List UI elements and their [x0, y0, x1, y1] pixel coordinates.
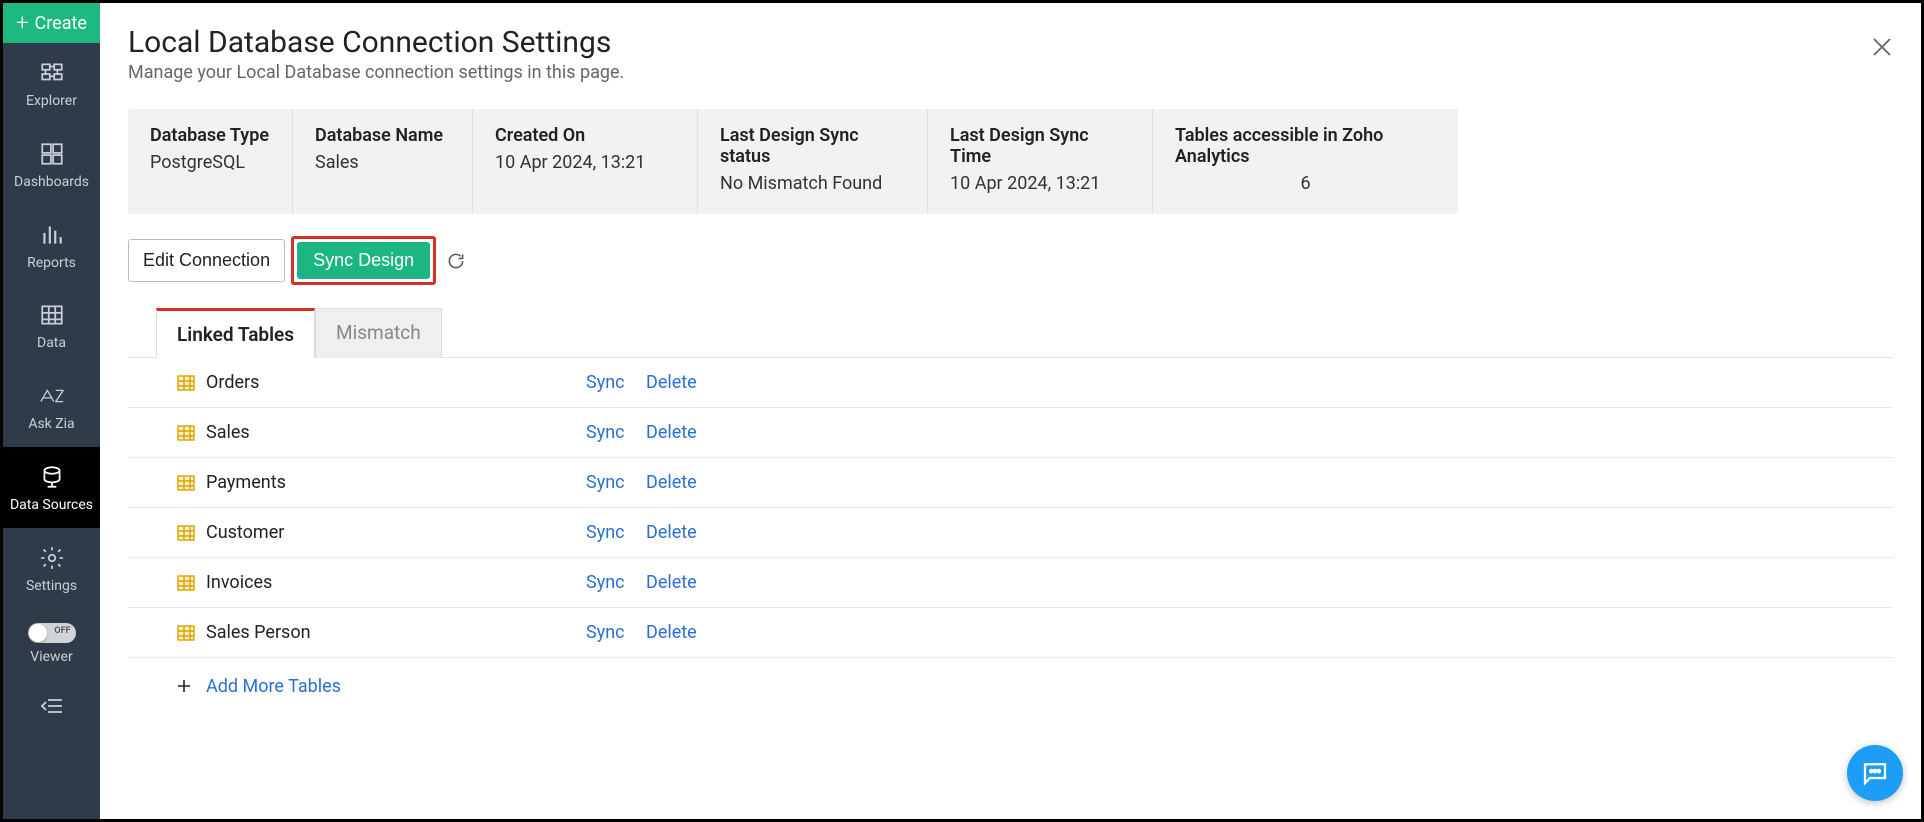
- main-content: Local Database Connection Settings Manag…: [100, 3, 1921, 819]
- sidebar-item-label: Dashboards: [14, 174, 89, 191]
- sidebar-item-label: Data Sources: [10, 497, 93, 514]
- table-name: Invoices: [206, 572, 586, 593]
- info-panel: Database Type PostgreSQL Database Name S…: [128, 109, 1458, 214]
- edit-connection-button[interactable]: Edit Connection: [128, 239, 285, 282]
- askzia-icon: [38, 382, 66, 410]
- sidebar-item-label: Settings: [26, 578, 77, 595]
- sync-link[interactable]: Sync: [586, 522, 646, 543]
- sidebar-item-data[interactable]: Data: [3, 285, 100, 366]
- table-name: Sales: [206, 422, 586, 443]
- table-icon: [176, 573, 196, 593]
- info-label: Last Design Sync Time: [950, 125, 1130, 167]
- table-row: PaymentsSyncDelete: [128, 458, 1893, 508]
- table-name: Sales Person: [206, 622, 586, 643]
- sync-link[interactable]: Sync: [586, 622, 646, 643]
- table-icon: [176, 423, 196, 443]
- close-icon: [1871, 36, 1893, 58]
- tabs: Linked Tables Mismatch: [128, 307, 1893, 358]
- collapse-sidebar-button[interactable]: [3, 679, 100, 733]
- table-row: InvoicesSyncDelete: [128, 558, 1893, 608]
- table-name: Orders: [206, 372, 586, 393]
- info-label: Last Design Sync status: [720, 125, 905, 167]
- sidebar-item-label: Data: [37, 335, 66, 352]
- sidebar-item-label: Ask Zia: [28, 416, 74, 433]
- action-row: Edit Connection Sync Design: [128, 236, 1893, 285]
- delete-link[interactable]: Delete: [646, 472, 697, 493]
- refresh-icon: [446, 251, 466, 271]
- linked-tables-list: OrdersSyncDeleteSalesSyncDeletePaymentsS…: [128, 358, 1893, 711]
- datasources-icon: [38, 463, 66, 491]
- refresh-button[interactable]: [446, 251, 466, 271]
- info-value: No Mismatch Found: [720, 173, 905, 194]
- sidebar-item-reports[interactable]: Reports: [3, 205, 100, 286]
- info-label: Tables accessible in Zoho Analytics: [1175, 125, 1436, 167]
- table-name: Payments: [206, 472, 586, 493]
- table-row: OrdersSyncDelete: [128, 358, 1893, 408]
- delete-link[interactable]: Delete: [646, 572, 697, 593]
- table-icon: [176, 623, 196, 643]
- toggle-pill: OFF: [28, 623, 76, 643]
- sidebar: + Create Explorer Dashboards Reports: [3, 3, 100, 819]
- sync-design-highlight: Sync Design: [291, 236, 436, 285]
- info-label: Created On: [495, 125, 675, 146]
- page-subtitle: Manage your Local Database connection se…: [128, 62, 1893, 83]
- sidebar-item-explorer[interactable]: Explorer: [3, 43, 100, 124]
- table-row: SalesSyncDelete: [128, 408, 1893, 458]
- create-label: Create: [35, 13, 87, 34]
- table-row: CustomerSyncDelete: [128, 508, 1893, 558]
- info-value: 10 Apr 2024, 13:21: [495, 152, 675, 173]
- table-icon: [176, 523, 196, 543]
- reports-icon: [38, 221, 66, 249]
- tab-mismatch[interactable]: Mismatch: [315, 308, 442, 358]
- info-value: 10 Apr 2024, 13:21: [950, 173, 1130, 194]
- close-button[interactable]: [1871, 35, 1893, 65]
- viewer-toggle[interactable]: OFF Viewer: [3, 609, 100, 680]
- info-value: PostgreSQL: [150, 152, 270, 173]
- info-value: Sales: [315, 152, 450, 173]
- add-more-tables-row[interactable]: Add More Tables: [128, 658, 1893, 711]
- data-icon: [38, 301, 66, 329]
- dashboards-icon: [38, 140, 66, 168]
- sidebar-item-label: Explorer: [26, 93, 77, 110]
- gear-icon: [38, 544, 66, 572]
- sync-link[interactable]: Sync: [586, 372, 646, 393]
- delete-link[interactable]: Delete: [646, 522, 697, 543]
- sync-link[interactable]: Sync: [586, 572, 646, 593]
- sync-design-button[interactable]: Sync Design: [297, 242, 430, 279]
- chat-button[interactable]: [1847, 745, 1903, 801]
- collapse-icon: [40, 697, 64, 715]
- chat-icon: [1860, 758, 1890, 788]
- create-button[interactable]: + Create: [3, 3, 100, 43]
- tab-linked-tables[interactable]: Linked Tables: [156, 308, 315, 358]
- viewer-label: Viewer: [30, 649, 72, 666]
- plus-icon: [176, 678, 194, 696]
- info-value: 6: [1175, 173, 1436, 194]
- add-more-tables-link[interactable]: Add More Tables: [206, 676, 341, 697]
- table-row: Sales PersonSyncDelete: [128, 608, 1893, 658]
- table-icon: [176, 473, 196, 493]
- info-label: Database Name: [315, 125, 450, 146]
- sync-link[interactable]: Sync: [586, 422, 646, 443]
- delete-link[interactable]: Delete: [646, 622, 697, 643]
- sidebar-item-dashboards[interactable]: Dashboards: [3, 124, 100, 205]
- table-name: Customer: [206, 522, 586, 543]
- sidebar-item-askzia[interactable]: Ask Zia: [3, 366, 100, 447]
- sidebar-item-label: Reports: [27, 255, 76, 272]
- sidebar-item-settings[interactable]: Settings: [3, 528, 100, 609]
- sidebar-item-datasources[interactable]: Data Sources: [3, 447, 100, 528]
- toggle-knob: [29, 624, 47, 642]
- delete-link[interactable]: Delete: [646, 422, 697, 443]
- plus-icon: +: [16, 11, 28, 36]
- toggle-off-label: OFF: [54, 626, 70, 636]
- page-title: Local Database Connection Settings: [128, 25, 1893, 60]
- info-label: Database Type: [150, 125, 270, 146]
- delete-link[interactable]: Delete: [646, 372, 697, 393]
- sync-link[interactable]: Sync: [586, 472, 646, 493]
- explorer-icon: [38, 59, 66, 87]
- table-icon: [176, 373, 196, 393]
